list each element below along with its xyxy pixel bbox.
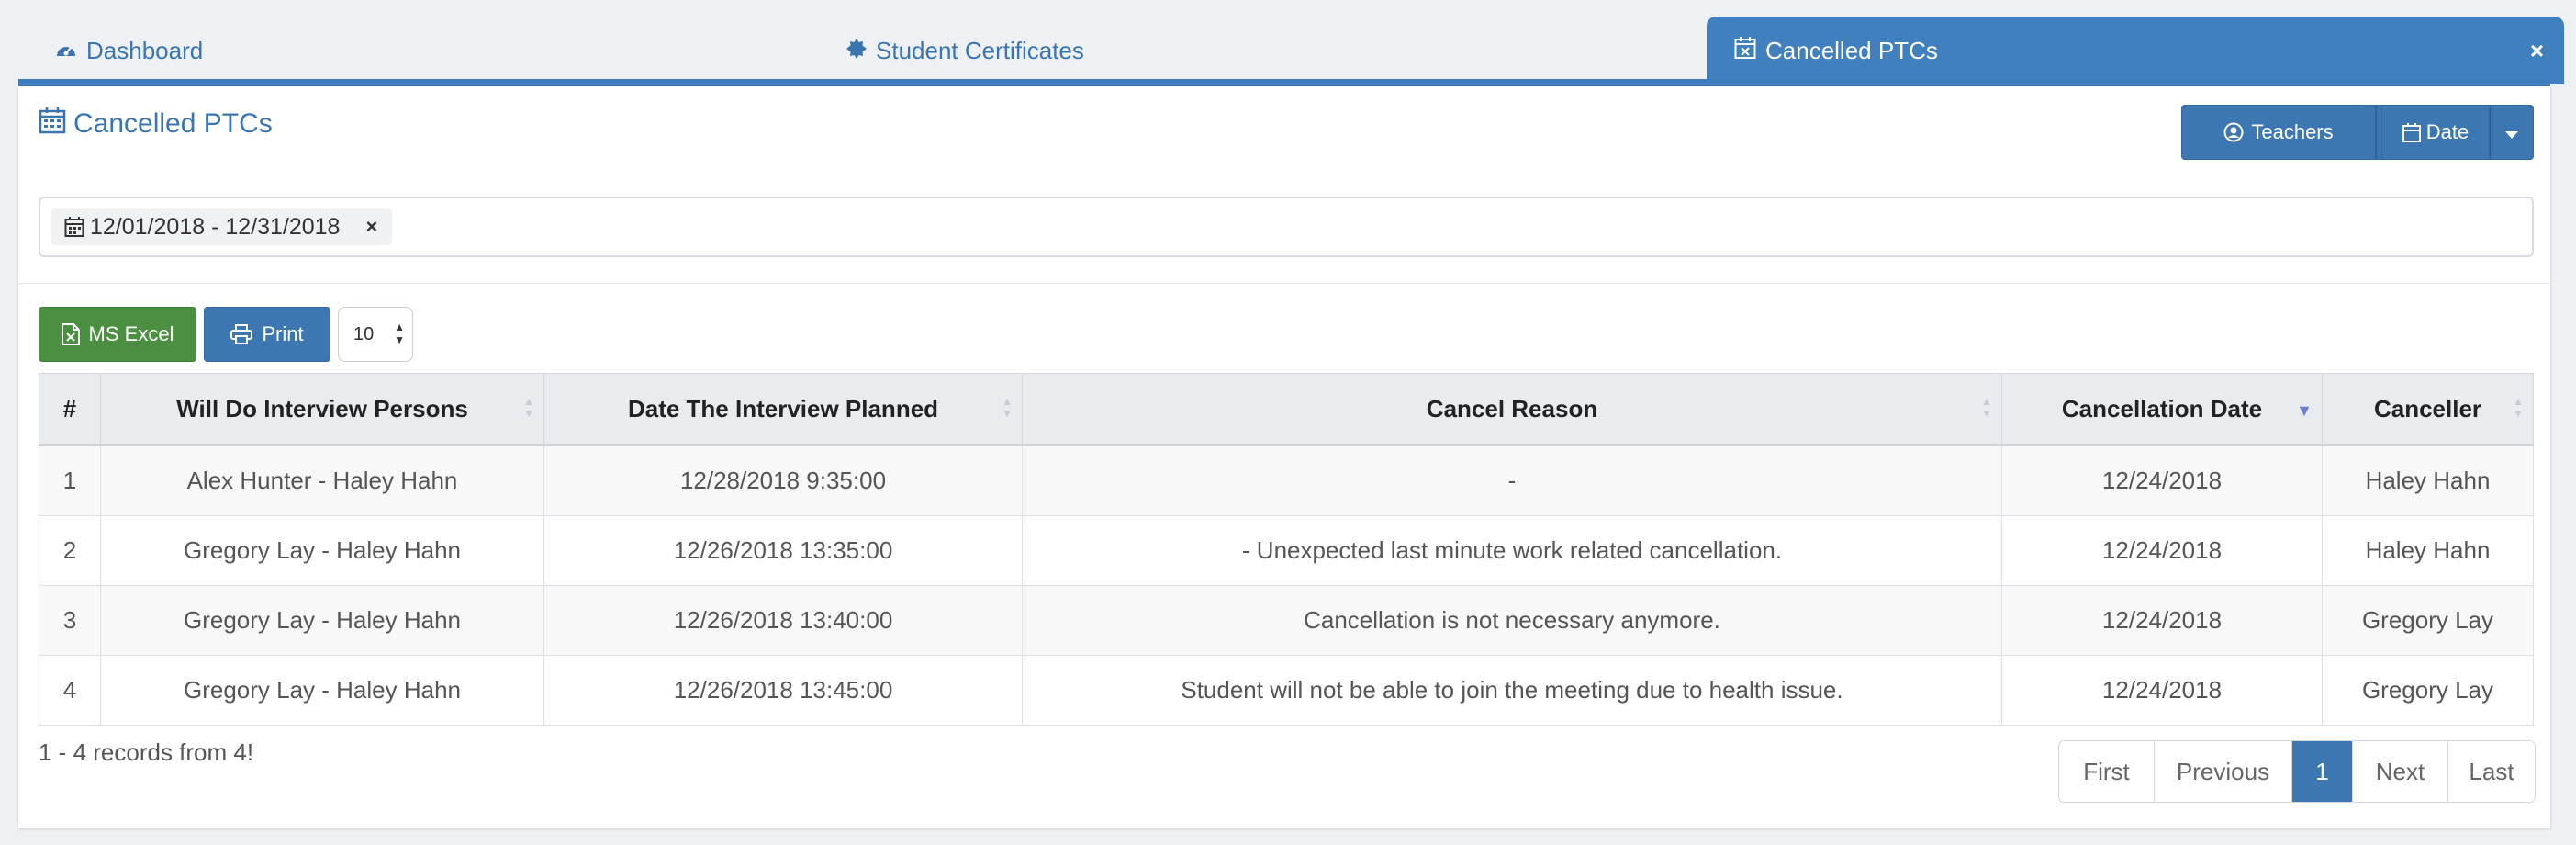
cell-persons: Gregory Lay - Haley Hahn	[100, 655, 544, 726]
date-label: Date	[2425, 120, 2470, 143]
print-button[interactable]: Print	[204, 307, 330, 362]
date-filter-group: Date	[2381, 105, 2534, 160]
page-size-value: 10	[353, 323, 375, 344]
cell-planned-date: 12/26/2018 13:35:00	[543, 515, 1023, 586]
cell-planned-date: 12/28/2018 9:35:00	[543, 445, 1023, 516]
pagination: First Previous 1 Next Last	[2058, 740, 2536, 803]
column-header-canceller[interactable]: Canceller ▲ ▼	[2322, 373, 2534, 446]
sort-icon: ▲ ▼	[1981, 395, 1992, 420]
table-row: 1 Alex Hunter - Haley Hahn 12/28/2018 9:…	[39, 445, 2534, 516]
table-header-row: # Will Do Interview Persons ▲ ▼ Date The I…	[39, 373, 2534, 446]
tab-label: Dashboard	[86, 36, 204, 64]
divider	[18, 283, 2550, 284]
pagination-page-1[interactable]: 1	[2292, 741, 2353, 802]
excel-file-icon	[61, 323, 80, 345]
sort-icon: ▲ ▼	[523, 395, 534, 420]
page-title: Cancelled PTCs	[39, 107, 273, 141]
date-dropdown-toggle[interactable]	[2490, 105, 2534, 160]
date-button[interactable]: Date	[2381, 105, 2490, 160]
cell-cancellation-date: 12/24/2018	[2001, 585, 2323, 656]
tab-label: Student Certificates	[876, 36, 1084, 64]
cell-number: 1	[39, 445, 101, 516]
date-range-filter-chip[interactable]: 12/01/2018 - 12/31/2018 ×	[51, 208, 393, 245]
column-header-cancellation-date[interactable]: Cancellation Date ▼	[2001, 373, 2323, 446]
tab-underline	[18, 79, 2550, 86]
column-header-cancel-reason[interactable]: Cancel Reason ▲ ▼	[1022, 373, 2002, 446]
cell-number: 3	[39, 585, 101, 656]
table-row: 2 Gregory Lay - Haley Hahn 12/26/2018 13…	[39, 515, 2534, 586]
remove-filter-icon[interactable]: ×	[365, 215, 377, 239]
main-panel: Cancelled PTCs Teachers Date 12/01/2018 …	[18, 86, 2550, 828]
dashboard-icon	[55, 37, 77, 65]
pagination-previous[interactable]: Previous	[2155, 741, 2292, 802]
page-size-select[interactable]: 10 ▲ ▼	[338, 307, 413, 362]
date-range-text: 12/01/2018 - 12/31/2018	[90, 213, 341, 240]
table-row: 4 Gregory Lay - Haley Hahn 12/26/2018 13…	[39, 655, 2534, 726]
calendar-icon	[39, 107, 73, 141]
tab-label: Cancelled PTCs	[1765, 36, 1938, 64]
active-filters-bar[interactable]: 12/01/2018 - 12/31/2018 ×	[39, 197, 2534, 257]
pagination-next[interactable]: Next	[2353, 741, 2448, 802]
user-circle-icon	[2223, 122, 2244, 142]
cell-cancellation-date: 12/24/2018	[2001, 445, 2323, 516]
pagination-last[interactable]: Last	[2448, 741, 2535, 802]
print-label: Print	[262, 322, 304, 345]
table-row: 3 Gregory Lay - Haley Hahn 12/26/2018 13…	[39, 585, 2534, 656]
sort-desc-icon: ▼	[2296, 401, 2313, 420]
calendar-x-icon	[1734, 36, 1756, 66]
cell-canceller: Haley Hahn	[2322, 445, 2534, 516]
records-summary: 1 - 4 records from 4!	[39, 738, 254, 766]
excel-label: MS Excel	[88, 322, 174, 345]
cell-canceller: Gregory Lay	[2322, 585, 2534, 656]
cell-cancel-reason: Cancellation is not necessary anymore.	[1022, 585, 2002, 656]
printer-icon	[230, 324, 253, 344]
column-header-planned-date[interactable]: Date The Interview Planned ▲ ▼	[543, 373, 1023, 446]
cell-cancel-reason: -	[1022, 445, 2002, 516]
sort-icon: ▲ ▼	[2513, 395, 2524, 420]
cell-cancel-reason: - Unexpected last minute work related ca…	[1022, 515, 2002, 586]
cell-canceller: Haley Hahn	[2322, 515, 2534, 586]
tab-dashboard[interactable]: Dashboard	[55, 17, 203, 84]
close-icon[interactable]: ×	[2530, 37, 2544, 65]
caret-down-icon	[2505, 120, 2518, 144]
cell-number: 2	[39, 515, 101, 586]
page-title-text: Cancelled PTCs	[73, 108, 273, 139]
stepper-arrows-icon: ▲ ▼	[394, 321, 405, 346]
cell-cancel-reason: Student will not be able to join the mee…	[1022, 655, 2002, 726]
cell-planned-date: 12/26/2018 13:40:00	[543, 585, 1023, 656]
cell-planned-date: 12/26/2018 13:45:00	[543, 655, 1023, 726]
cell-cancellation-date: 12/24/2018	[2001, 515, 2323, 586]
cell-persons: Gregory Lay - Haley Hahn	[100, 585, 544, 656]
teachers-label: Teachers	[2251, 120, 2334, 143]
cell-persons: Alex Hunter - Haley Hahn	[100, 445, 544, 516]
export-excel-button[interactable]: MS Excel	[39, 307, 196, 362]
cancelled-ptcs-table: # Will Do Interview Persons ▲ ▼ Date The I…	[39, 373, 2534, 726]
teachers-button[interactable]: Teachers	[2181, 105, 2376, 160]
cell-number: 4	[39, 655, 101, 726]
cell-persons: Gregory Lay - Haley Hahn	[100, 515, 544, 586]
cell-cancellation-date: 12/24/2018	[2001, 655, 2323, 726]
tab-cancelled-ptcs[interactable]: Cancelled PTCs ×	[1707, 17, 2564, 84]
tab-bar: Dashboard Student Certificates Cancelled…	[18, 17, 2564, 84]
column-header-persons[interactable]: Will Do Interview Persons ▲ ▼	[100, 373, 544, 446]
cell-canceller: Gregory Lay	[2322, 655, 2534, 726]
calendar-icon	[64, 216, 84, 238]
sort-icon: ▲ ▼	[1002, 395, 1013, 420]
pagination-first[interactable]: First	[2059, 741, 2155, 802]
column-header-number: #	[39, 373, 101, 446]
tab-student-certificates[interactable]: Student Certificates	[846, 17, 1084, 84]
calendar-icon	[2402, 122, 2421, 142]
table-toolbar: MS Excel Print 10 ▲ ▼	[39, 307, 413, 362]
certificate-icon	[846, 37, 867, 65]
